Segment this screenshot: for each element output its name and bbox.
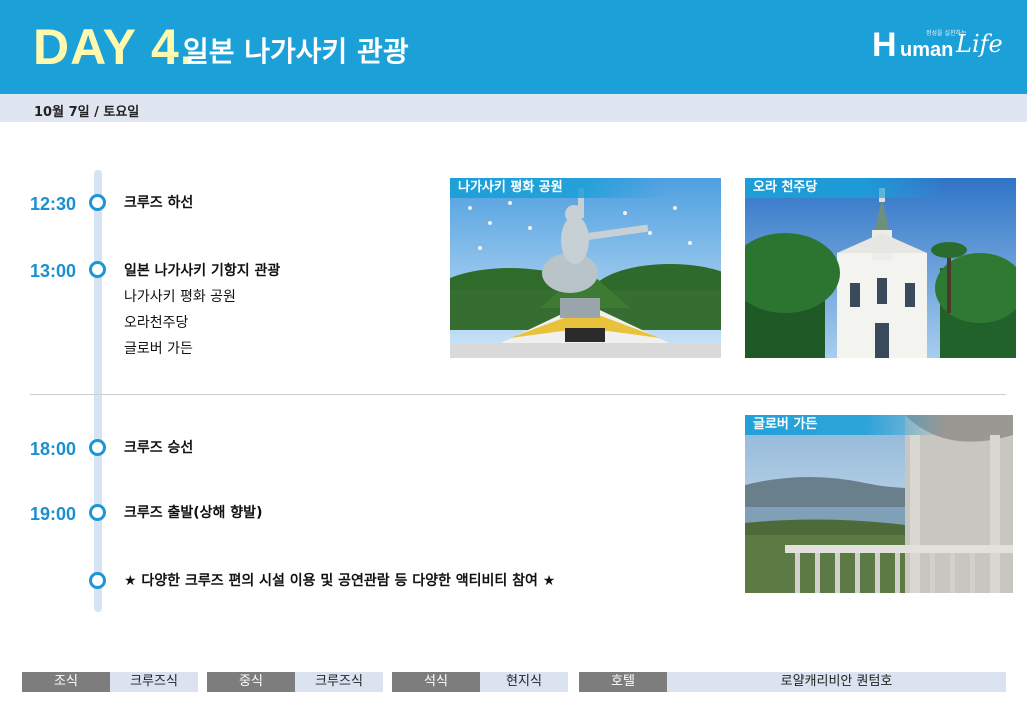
schedule-subitem: 글로버 가든 [124, 341, 193, 357]
schedule-item: 크루즈 하선 [124, 195, 194, 211]
schedule-item: 크루즈 승선 [124, 440, 194, 456]
schedule-subitem: 오라천주당 [124, 315, 189, 331]
date-bar: 10월 7일 / 토요일 [0, 94, 1027, 122]
timeline-line [94, 170, 102, 612]
timeline-dot-icon [89, 572, 106, 589]
human-life-logo: 정성을 실천하는 H uman Life [872, 28, 1012, 72]
oura-church-image [745, 178, 1016, 358]
meal-value-lunch: 크루즈식 [295, 672, 383, 692]
timeline-dot-icon [89, 261, 106, 278]
glover-garden-photo: 글로버 가든 [745, 415, 1013, 593]
photo-label: 글로버 가든 [745, 415, 945, 435]
day-title: 일본 나가사키 관광 [183, 35, 409, 68]
schedule-item: 크루즈 출발(상해 향발) [124, 505, 263, 521]
meal-key-dinner: 석식 [392, 672, 480, 692]
peace-park-photo: 나가사키 평화 공원 [450, 178, 721, 358]
meal-value-dinner: 현지식 [480, 672, 568, 692]
meal-key-hotel: 호텔 [579, 672, 667, 692]
meal-value-hotel: 로얄캐리비안 퀀텀호 [667, 672, 1006, 692]
logo-text-life: Life [956, 30, 1003, 58]
photo-label: 나가사키 평화 공원 [450, 178, 665, 198]
time-1300: 13:00 [30, 261, 77, 281]
meal-value-breakfast: 크루즈식 [110, 672, 198, 692]
section-divider [30, 394, 1006, 395]
page-header: DAY 4. 일본 나가사키 관광 정성을 실천하는 H uman Life [0, 0, 1027, 94]
meal-key-lunch: 중식 [207, 672, 295, 692]
activity-note: ★ 다양한 크루즈 편의 시설 이용 및 공연관람 등 다양한 액티비티 참여 … [124, 573, 556, 589]
glover-garden-image [745, 415, 1013, 593]
meal-key-breakfast: 조식 [22, 672, 110, 692]
timeline-dot-icon [89, 439, 106, 456]
day-label: DAY 4. [33, 19, 195, 75]
timeline-dot-icon [89, 194, 106, 211]
photo-label: 오라 천주당 [745, 178, 945, 198]
schedule-item: 일본 나가사키 기항지 관광 [124, 263, 281, 279]
time-1230: 12:30 [30, 194, 77, 214]
time-1900: 19:00 [30, 504, 77, 524]
peace-park-image [450, 178, 721, 358]
date-text: 10월 7일 / 토요일 [34, 105, 140, 120]
schedule-subitem: 나가사키 평화 공원 [124, 289, 236, 305]
logo-letter-h: H [872, 26, 897, 64]
time-1800: 18:00 [30, 439, 77, 459]
logo-text-uman: uman [900, 39, 954, 61]
timeline-dot-icon [89, 504, 106, 521]
oura-church-photo: 오라 천주당 [745, 178, 1016, 358]
